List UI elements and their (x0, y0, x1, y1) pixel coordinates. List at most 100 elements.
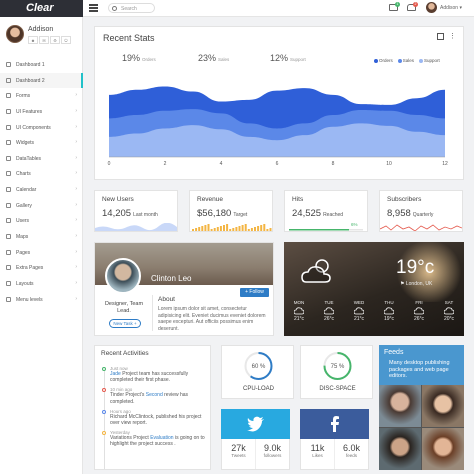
stat-value: $56,180 (197, 208, 232, 219)
brand-logo[interactable]: Clear (0, 0, 83, 17)
progress-label: 6% (351, 222, 358, 227)
sidebar-item-gallery[interactable]: Gallery › (0, 198, 83, 214)
sparkline-bar (257, 226, 260, 231)
sidebar-item-datatables[interactable]: DataTables › (0, 151, 83, 167)
forecast-day-label: THU (384, 300, 394, 305)
chevron-right-icon: › (75, 248, 77, 255)
social-stat-label: feeds (345, 453, 357, 458)
user-menu[interactable]: Addison ▾ (440, 5, 462, 11)
chevron-right-icon: › (75, 233, 77, 240)
gauge-ring: 60 % (244, 352, 273, 380)
legend-orders[interactable]: Orders (374, 58, 393, 63)
weather-forecast: MON 21°c TUE 26°c WED 21°c THU 19°c FRI 26°c SAT 20… (284, 300, 464, 322)
expand-icon[interactable] (437, 33, 444, 40)
sidebar-menu: Dashboard 1 Dashboard 2 Forms › UI Features ›… (0, 57, 83, 307)
x-tick-label: 6 (276, 161, 279, 167)
forecast-temp: 26°c (323, 316, 335, 322)
search-input[interactable]: Search (108, 3, 155, 13)
activity-link[interactable]: Jade (110, 371, 121, 377)
user-profile-icon[interactable]: ☻ (28, 36, 38, 44)
feeds-text: Many desktop publishing packages and web… (389, 360, 450, 379)
sidebar-item-layouts[interactable]: Layouts › (0, 276, 83, 292)
recent-stats-panel: Recent Stats ⋮ 19% Orders 23% Sales 12% Sup… (94, 26, 464, 180)
new-task-button[interactable]: New Task + (109, 319, 141, 328)
social-stats: 11k Likes 6.0k feeds (300, 439, 369, 470)
mail-icon[interactable]: ✉ (39, 36, 49, 44)
sidebar-item-widgets[interactable]: Widgets › (0, 135, 83, 151)
sidebar-item-label: Dashboard 2 (16, 77, 45, 84)
search-placeholder: Search (121, 6, 137, 12)
activity-text-end: Project team has successfully completed … (110, 371, 189, 384)
x-tick-label: 8 (332, 161, 335, 167)
stat-card-subscribers: Subscribers 8,958 Quarterly (379, 190, 463, 232)
gear-icon[interactable]: ⚙ (50, 36, 60, 44)
social-stat-value: 6.0k (342, 443, 360, 453)
sparkline-bar (213, 228, 216, 231)
sidebar-item-menu-levels[interactable]: Menu levels › (0, 292, 83, 308)
activity-text-start: Tinder Project's (110, 392, 146, 399)
stat-sub: Target (233, 212, 248, 218)
menu-item-icon (6, 265, 11, 271)
sidebar-item-maps[interactable]: Maps › (0, 229, 83, 245)
gauge-label: CPU-LOAD (242, 386, 274, 392)
social-header[interactable] (221, 409, 290, 439)
sidebar-item-label: Maps (16, 234, 29, 241)
activity-link[interactable]: Evaluation (150, 435, 173, 441)
sidebar-item-calendar[interactable]: Calendar › (0, 182, 83, 198)
power-icon[interactable]: ⏻ (61, 36, 71, 44)
stat-card-value: 8,958 Quarterly (387, 208, 433, 219)
sparkline-bar (247, 229, 250, 231)
sidebar-avatar[interactable] (6, 25, 24, 43)
menu-item-icon (6, 93, 11, 99)
sparkline-bar (241, 225, 244, 231)
social-header[interactable] (300, 409, 369, 439)
activity-text: Richard McClintock, published his projec… (110, 414, 209, 427)
sidebar-item-charts[interactable]: Charts › (0, 166, 83, 182)
legend-support[interactable]: Support (419, 58, 440, 63)
more-vert-icon[interactable]: ⋮ (449, 32, 456, 40)
sidebar-item-label: Forms (16, 93, 31, 100)
user-avatar[interactable] (426, 2, 437, 13)
social-stat: 9.0k followers (256, 439, 289, 469)
sidebar-item-ui-features[interactable]: UI Features › (0, 104, 83, 120)
sidebar-item-label: Layouts (16, 280, 34, 287)
follow-button[interactable]: + Follow (240, 288, 269, 297)
stat-card-title: New Users (102, 196, 134, 203)
stat-sub: Last month (133, 212, 158, 218)
timeline-dot (102, 388, 106, 393)
cloud-sun-icon (301, 259, 331, 283)
panel-title: Recent Activities (101, 350, 149, 357)
sidebar-item-pages[interactable]: Pages › (0, 245, 83, 261)
social-card-twitter: 27k Tweets 9.0k followers (221, 409, 290, 470)
sparkline-bar (229, 229, 232, 231)
stat-value: 14,205 (102, 208, 132, 219)
stat-sparkline (95, 223, 177, 231)
sidebar-item-dashboard-1[interactable]: Dashboard 1 (0, 57, 83, 73)
user-name: Addison (440, 5, 459, 11)
sidebar-item-label: Charts (16, 171, 31, 178)
recent-stats-chart: 0 2 4 6 8 10 12 (108, 86, 448, 167)
weather-card: 19°c ⚑ London, UK MON 21°c TUE 26°c WED 21°c T… (284, 242, 464, 336)
social-stat: 27k Tweets (222, 439, 256, 469)
sparkline-bar (192, 229, 194, 231)
profile-role: Designer, Team Lead. (104, 301, 144, 314)
stat-value: 8,958 (387, 208, 411, 219)
sidebar-item-label: Widgets (16, 140, 35, 147)
forecast-day-label: WED (353, 300, 365, 305)
sidebar-item-forms[interactable]: Forms › (0, 88, 83, 104)
menu-toggle-icon[interactable] (89, 4, 98, 12)
sidebar-item-users[interactable]: Users › (0, 213, 83, 229)
kpi-orders: 19% Orders (122, 53, 156, 63)
activity-link[interactable]: Second (146, 392, 163, 398)
sidebar-item-ui-components[interactable]: UI Components › (0, 120, 83, 136)
stat-card-value: 24,525 Reached (292, 208, 343, 219)
sidebar-item-extra-pages[interactable]: Extra Pages › (0, 260, 83, 276)
forecast-day-wed: WED 21°c (344, 300, 374, 322)
sparkline-bar (244, 224, 247, 231)
feeds-photo-collage[interactable] (379, 385, 464, 470)
sidebar-item-dashboard-2[interactable]: Dashboard 2 (0, 72, 83, 89)
cloud-icon (354, 307, 364, 315)
legend-sales[interactable]: Sales (397, 58, 414, 63)
forecast-day-fri: FRI 26°c (404, 300, 434, 322)
social-card-facebook: 11k Likes 6.0k feeds (300, 409, 369, 470)
